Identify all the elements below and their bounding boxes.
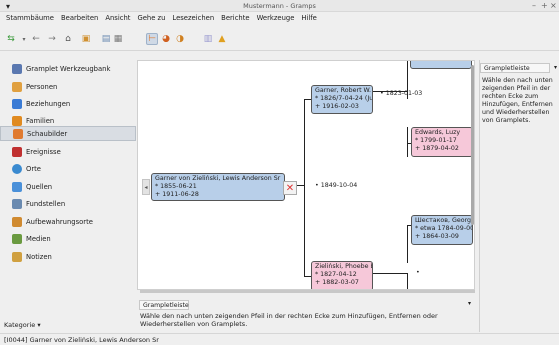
family-trees-icon[interactable]: ⇆ bbox=[5, 33, 17, 45]
menu-lesezeichen[interactable]: Lesezeichen bbox=[172, 12, 214, 24]
tree-line bbox=[304, 99, 305, 277]
vertical-scrollbar[interactable] bbox=[471, 65, 474, 225]
repository-icon bbox=[12, 216, 22, 227]
remove-icon[interactable]: ✕ bbox=[283, 181, 297, 195]
father-marriage-date: • 1823-01-03 bbox=[380, 90, 423, 97]
status-text: [I0044] Garner von Zieliński, Lewis Ande… bbox=[4, 336, 159, 344]
sidebar-item-fundstellen[interactable]: Fundstellen bbox=[0, 196, 136, 211]
rightpanel-dropdown-icon[interactable]: ▾ bbox=[554, 64, 557, 71]
bottom-gramplet-bar: Grampletleiste ▾ Wähle den nach unten ze… bbox=[137, 298, 475, 332]
media-icon bbox=[12, 233, 22, 244]
sidebar-item-notizen[interactable]: Notizen bbox=[0, 249, 136, 264]
sidebar-item-gramplet-werkzeugbank[interactable]: Gramplet Werkzeugbank bbox=[0, 61, 136, 76]
pedigree-view: Garner von Zieliński, Lewis Anderson Sr … bbox=[137, 60, 475, 290]
menu-werkzeuge[interactable]: Werkzeuge bbox=[257, 12, 295, 24]
maximize-button[interactable]: + bbox=[541, 1, 548, 10]
families-icon bbox=[12, 115, 22, 126]
relationships-icon bbox=[12, 98, 22, 109]
navigator-sidebar: Gramplet Werkzeugbank Personen Beziehung… bbox=[0, 60, 136, 315]
navigate-child-arrow-icon[interactable]: ◂ bbox=[142, 179, 150, 195]
toolbox-icon bbox=[12, 63, 22, 74]
person-box-partial[interactable] bbox=[410, 61, 472, 69]
people-icon bbox=[12, 81, 22, 92]
sidebar-item-quellen[interactable]: Quellen bbox=[0, 179, 136, 194]
person-box-mother[interactable]: Zieliński, Phoebe Emily * 1827-04-12 + 1… bbox=[311, 261, 373, 289]
sources-icon bbox=[12, 181, 22, 192]
horizontal-scrollbar[interactable] bbox=[140, 290, 475, 293]
back-icon[interactable]: ← bbox=[30, 33, 42, 45]
citations-icon bbox=[12, 198, 22, 209]
person-box-root[interactable]: Garner von Zieliński, Lewis Anderson Sr … bbox=[151, 173, 285, 201]
menu-berichte[interactable]: Berichte bbox=[221, 12, 249, 24]
view-icon[interactable]: ▤ bbox=[100, 33, 112, 45]
tree-line bbox=[407, 273, 408, 289]
charts-icon bbox=[13, 128, 23, 139]
menu-bearbeiten[interactable]: Bearbeiten bbox=[61, 12, 98, 24]
category-selector[interactable]: Kategorie ▾ bbox=[4, 321, 41, 329]
config-icon[interactable]: ▥ bbox=[202, 33, 214, 45]
menu-ansicht[interactable]: Ansicht bbox=[105, 12, 130, 24]
forward-icon[interactable]: → bbox=[46, 33, 58, 45]
status-bar: [I0044] Garner von Zieliński, Lewis Ande… bbox=[0, 333, 559, 345]
person-box-maternal-grandfather[interactable]: Шестаков, George * etwa 1784-09-00 + 186… bbox=[411, 215, 473, 245]
marriage-date: • 1849-10-04 bbox=[315, 182, 358, 189]
descendant-fan-icon[interactable]: ◑ bbox=[174, 33, 186, 45]
sidebar-item-beziehungen[interactable]: Beziehungen bbox=[0, 96, 136, 111]
title-bar: ▾ Mustermann - Gramps – + × bbox=[0, 0, 559, 12]
menu-stammbaeume[interactable]: Stammbäume bbox=[6, 12, 54, 24]
menu-gehe-zu[interactable]: Gehe zu bbox=[137, 12, 165, 24]
tree-line bbox=[371, 273, 408, 274]
person-box-paternal-grandmother[interactable]: Edwards, Luzy * 1799-01-17 + 1879-04-02 bbox=[411, 127, 473, 157]
calendar-icon bbox=[12, 146, 22, 157]
sidebar-item-ereignisse[interactable]: Ereignisse bbox=[0, 144, 136, 159]
person-box-father[interactable]: Garner, Robert W. * 1826/7-04-24 (Julian… bbox=[311, 85, 373, 114]
home-icon[interactable]: ⌂ bbox=[62, 33, 74, 45]
sidebar-item-orte[interactable]: Orte bbox=[0, 161, 136, 176]
pedigree-view-icon[interactable]: ⊢ bbox=[146, 33, 158, 45]
dropdown-arrow-icon[interactable]: ▾ bbox=[18, 33, 30, 45]
tree-view-icon[interactable]: ▦ bbox=[112, 33, 124, 45]
minimize-button[interactable]: – bbox=[532, 1, 536, 10]
bottombar-hint: Wähle den nach unten zeigenden Pfeil in … bbox=[140, 312, 438, 328]
sidebar-item-aufbewahrungsorte[interactable]: Aufbewahrungsorte bbox=[0, 214, 136, 229]
right-gramplet-bar: Grampletleiste ▾ Wähle den nach unten ze… bbox=[479, 60, 559, 332]
window-title: Mustermann - Gramps bbox=[243, 2, 316, 10]
tools-icon[interactable]: ▲ bbox=[216, 33, 228, 45]
globe-icon bbox=[12, 163, 22, 174]
menu-hilfe[interactable]: Hilfe bbox=[301, 12, 316, 24]
tab-grampletleiste-right[interactable]: Grampletleiste bbox=[480, 63, 550, 73]
toolbar: ⇆ ▾ ← → ⌂ ▣ ▤ ▦ ⊢ ◕ ◑ ▥ ▲ bbox=[0, 25, 559, 51]
fan-chart-icon[interactable]: ◕ bbox=[160, 33, 172, 45]
mother-marriage-date: • bbox=[416, 269, 420, 276]
bookmark-icon[interactable]: ▣ bbox=[80, 33, 92, 45]
menu-bar: Stammbäume Bearbeiten Ansicht Gehe zu Leseze… bbox=[0, 12, 559, 24]
sidebar-item-personen[interactable]: Personen bbox=[0, 79, 136, 94]
tree-line bbox=[304, 276, 311, 277]
close-button[interactable]: × bbox=[550, 1, 557, 10]
sidebar-item-schaubilder[interactable]: Schaubilder bbox=[0, 126, 136, 141]
tab-grampletleiste-bottom[interactable]: Grampletleiste bbox=[139, 300, 189, 310]
notes-icon bbox=[12, 251, 22, 262]
sidebar-item-medien[interactable]: Medien bbox=[0, 231, 136, 246]
tree-line bbox=[304, 99, 311, 100]
tree-line bbox=[407, 127, 408, 157]
rightpanel-hint: Wähle den nach unten zeigenden Pfeil in … bbox=[482, 77, 553, 124]
tree-line bbox=[407, 225, 408, 263]
bottombar-dropdown-icon[interactable]: ▾ bbox=[468, 300, 471, 307]
